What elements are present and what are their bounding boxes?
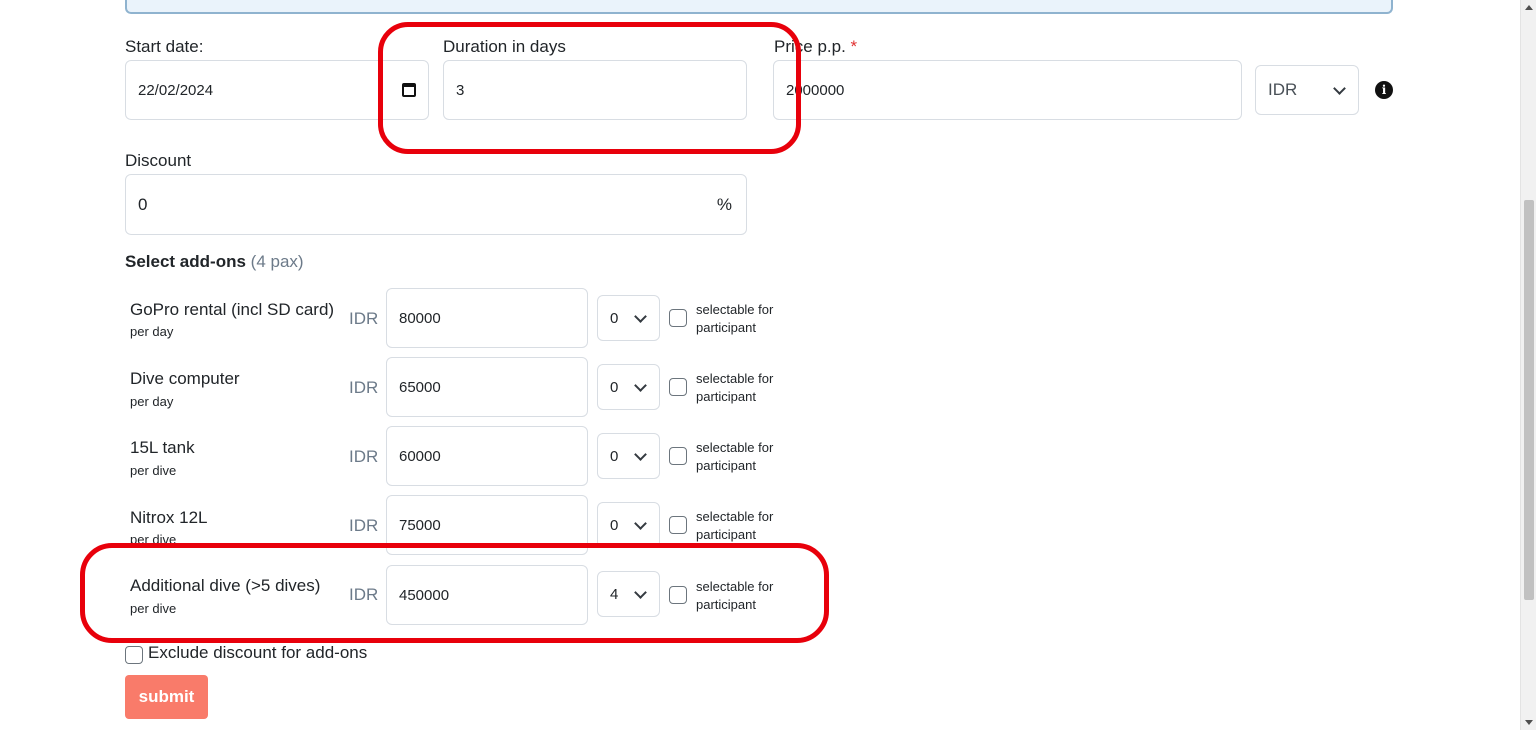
addon-qty-select[interactable]: 0 xyxy=(597,502,660,548)
addon-price-input[interactable]: 80000 xyxy=(386,288,588,348)
scroll-thumb[interactable] xyxy=(1524,200,1534,600)
exclude-discount-label: Exclude discount for add-ons xyxy=(148,643,368,662)
start-date-label: Start date: xyxy=(125,37,204,56)
currency-select[interactable]: IDR xyxy=(1255,65,1359,115)
duration-input[interactable]: 3 xyxy=(443,60,747,120)
addon-currency: IDR xyxy=(349,378,379,397)
addon-selectable-checkbox[interactable] xyxy=(669,447,687,465)
scroll-down-icon[interactable] xyxy=(1525,720,1533,725)
addon-price-value: 450000 xyxy=(399,586,450,604)
start-date-input[interactable]: 22/02/2024 xyxy=(125,60,429,120)
discount-label: Discount xyxy=(125,151,192,170)
addon-qty-value: 4 xyxy=(610,585,619,603)
addon-currency: IDR xyxy=(349,516,379,535)
start-date-value: 22/02/2024 xyxy=(138,81,214,99)
price-value: 2000000 xyxy=(786,81,845,99)
addon-price-input[interactable]: 75000 xyxy=(386,495,588,555)
addon-name: Additional dive (>5 dives) xyxy=(130,576,321,595)
addon-qty-value: 0 xyxy=(610,447,619,465)
addon-selectable-checkbox[interactable] xyxy=(669,516,687,534)
submit-button[interactable]: submit xyxy=(125,675,208,719)
top-banner xyxy=(125,0,1393,14)
addon-price-value: 65000 xyxy=(399,378,441,396)
addon-qty-select[interactable]: 0 xyxy=(597,295,660,341)
addon-price-input[interactable]: 60000 xyxy=(386,426,588,486)
addon-selectable-label: selectable for participant xyxy=(696,509,774,542)
addon-unit: per dive xyxy=(130,601,177,616)
addons-title-text: Select add-ons xyxy=(125,252,246,271)
addon-selectable-checkbox[interactable] xyxy=(669,378,687,396)
addon-qty-select[interactable]: 0 xyxy=(597,433,660,479)
addon-currency: IDR xyxy=(349,447,379,466)
addon-name: GoPro rental (incl SD card) xyxy=(130,300,335,319)
chevron-down-icon xyxy=(634,379,647,392)
currency-selected: IDR xyxy=(1268,80,1298,99)
addon-unit: per day xyxy=(130,394,174,409)
addon-selectable-checkbox[interactable] xyxy=(669,309,687,327)
percent-unit: % xyxy=(716,194,732,214)
chevron-down-icon xyxy=(1333,82,1346,95)
addons-title: Select add-ons (4 pax) xyxy=(125,252,304,272)
price-label-text: Price p.p. xyxy=(774,37,846,56)
addon-qty-value: 0 xyxy=(610,516,619,534)
discount-input[interactable]: 0 % xyxy=(125,174,747,235)
addon-price-value: 75000 xyxy=(399,516,441,534)
required-mark: * xyxy=(850,37,858,56)
chevron-down-icon xyxy=(634,310,647,323)
addon-selectable-label: selectable for participant xyxy=(696,579,774,612)
price-input[interactable]: 2000000 xyxy=(773,60,1242,120)
addon-qty-select[interactable]: 0 xyxy=(597,364,660,410)
addon-qty-value: 0 xyxy=(610,309,619,327)
booking-form-page: Start date: 22/02/2024 Duration in days … xyxy=(0,0,1536,730)
addon-qty-select[interactable]: 4 xyxy=(597,571,660,617)
addon-name: Nitrox 12L xyxy=(130,508,208,527)
addon-selectable-label: selectable for participant xyxy=(696,440,774,473)
addon-price-value: 60000 xyxy=(399,447,441,465)
discount-value: 0 xyxy=(138,194,148,214)
info-icon[interactable]: i xyxy=(1375,81,1393,99)
addon-unit: per dive xyxy=(130,463,177,478)
addon-selectable-checkbox[interactable] xyxy=(669,586,687,604)
calendar-icon[interactable] xyxy=(402,83,416,97)
addon-qty-value: 0 xyxy=(610,378,619,396)
addon-name: 15L tank xyxy=(130,438,195,457)
addon-price-input[interactable]: 65000 xyxy=(386,357,588,417)
scroll-up-icon[interactable] xyxy=(1525,5,1533,10)
page-scrollbar[interactable] xyxy=(1520,0,1536,730)
addon-unit: per day xyxy=(130,324,174,339)
addon-currency: IDR xyxy=(349,309,379,328)
addon-currency: IDR xyxy=(349,585,379,604)
addon-price-input[interactable]: 450000 xyxy=(386,565,588,625)
price-label: Price p.p. * xyxy=(774,37,857,57)
chevron-down-icon xyxy=(634,586,647,599)
addon-selectable-label: selectable for participant xyxy=(696,302,774,335)
addon-selectable-label: selectable for participant xyxy=(696,371,774,404)
exclude-discount-checkbox[interactable] xyxy=(125,646,143,664)
duration-label: Duration in days xyxy=(443,37,566,56)
duration-value: 3 xyxy=(456,81,465,99)
chevron-down-icon xyxy=(634,448,647,461)
addon-price-value: 80000 xyxy=(399,309,441,327)
addons-pax: (4 pax) xyxy=(250,252,304,271)
addon-name: Dive computer xyxy=(130,369,240,388)
addon-unit: per dive xyxy=(130,532,177,547)
chevron-down-icon xyxy=(634,517,647,530)
